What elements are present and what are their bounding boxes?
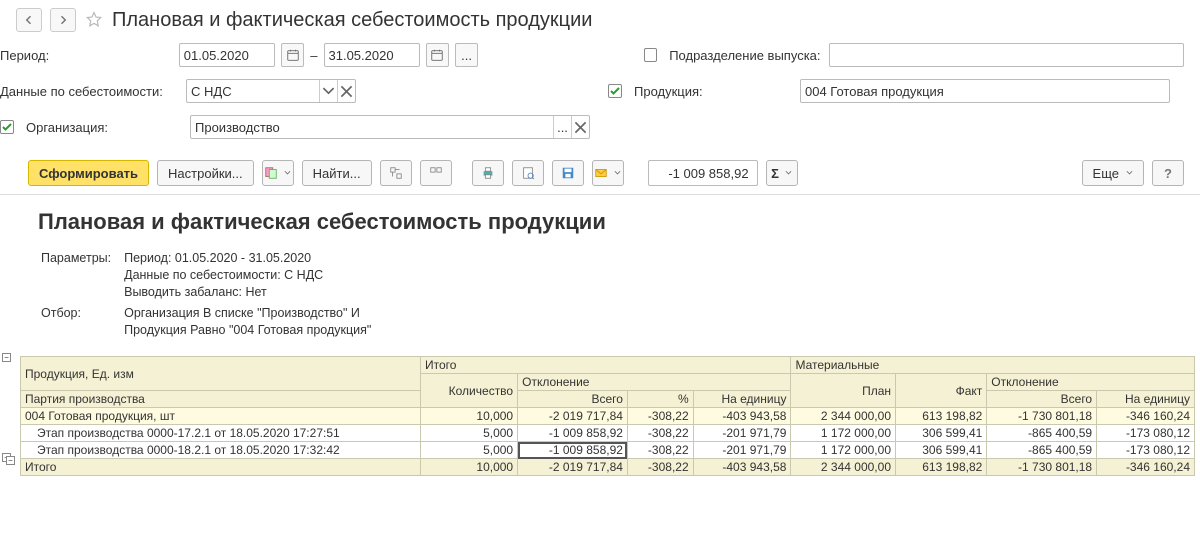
chevron-down-icon [319,80,337,102]
date-range-dash: – [310,48,317,63]
outline-collapse-1[interactable]: − [2,353,11,362]
col-plan: План [791,374,896,408]
favorite-star-icon[interactable] [84,10,104,30]
cost-data-label: Данные по себестоимости: [0,84,180,99]
more-button[interactable]: Еще [1082,160,1144,186]
nav-back-button[interactable] [16,8,42,32]
department-checkbox[interactable] [644,48,658,62]
sum-button[interactable]: Σ [766,160,798,186]
date-to-input[interactable]: 31.05.2020 [324,43,420,67]
variants-button[interactable] [262,160,294,186]
help-button[interactable]: ? [1152,160,1184,186]
page-title: Плановая и фактическая себестоимость про… [112,9,592,32]
period-dots-button[interactable]: ... [455,43,478,67]
report-table: Продукция, Ед. изм Итого Материальные Ко… [20,356,1195,476]
col-mat-deviation: Отклонение [987,374,1195,391]
product-checkbox[interactable] [608,84,622,98]
department-select[interactable] [829,43,1184,67]
expand-groups-button[interactable] [380,160,412,186]
preview-button[interactable] [512,160,544,186]
col-dev-unit: На единицу [693,391,791,408]
form-report-button[interactable]: Сформировать [28,160,149,186]
save-button[interactable] [552,160,584,186]
col-deviation: Отклонение [518,374,791,391]
tree-collapse-icon[interactable]: − [6,456,15,465]
date-from-input[interactable]: 01.05.2020 [179,43,275,67]
col-qty: Количество [421,374,518,408]
organization-checkbox[interactable] [0,120,14,134]
product-select[interactable]: 004 Готовая продукция [800,79,1170,103]
col-material-group: Материальные [791,357,1195,374]
organization-dots-button[interactable]: ... [553,116,571,138]
find-button[interactable]: Найти... [302,160,372,186]
cost-data-select[interactable]: С НДС [186,79,356,103]
table-row[interactable]: 004 Готовая продукция, шт 10,000 -2 019 … [21,408,1195,425]
col-dev-pct: % [627,391,693,408]
table-row[interactable]: Этап производства 0000-17.2.1 от 18.05.2… [21,425,1195,442]
col-mdev-unit: На единицу [1097,391,1195,408]
send-button[interactable] [592,160,624,186]
date-to-calendar-button[interactable] [426,43,449,67]
collapse-groups-button[interactable] [420,160,452,186]
selected-cell: -1 009 858,92 [518,442,628,459]
col-dev-total: Всего [518,391,628,408]
clear-icon[interactable] [337,80,355,102]
settings-button[interactable]: Настройки... [157,160,254,186]
print-button[interactable] [472,160,504,186]
table-row-total[interactable]: Итого 10,000 -2 019 717,84 -308,22 -403 … [21,459,1195,476]
sum-display: -1 009 858,92 [648,160,758,186]
department-label: Подразделение выпуска: [669,48,823,63]
nav-forward-button[interactable] [50,8,76,32]
period-label: Период: [0,48,173,63]
col-total-group: Итого [421,357,791,374]
organization-label: Организация: [26,120,184,135]
col-batch: Партия производства [21,391,421,408]
col-product: Продукция, Ед. изм [21,357,421,391]
col-mdev-total: Всего [987,391,1097,408]
report-parameters: Параметры: Период: 01.05.2020 - 31.05.20… [38,247,383,342]
table-row[interactable]: Этап производства 0000-18.2.1 от 18.05.2… [21,442,1195,459]
date-from-calendar-button[interactable] [281,43,304,67]
organization-clear-button[interactable] [571,116,589,138]
product-label: Продукция: [634,84,794,99]
organization-select[interactable]: Производство ... [190,115,590,139]
report-title: Плановая и фактическая себестоимость про… [38,209,1200,235]
col-fact: Факт [896,374,987,408]
